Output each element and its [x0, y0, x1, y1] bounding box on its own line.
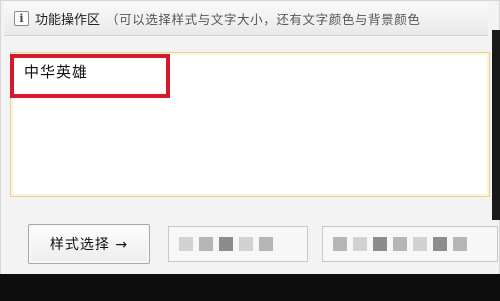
blurred-content: [373, 237, 387, 251]
blurred-content: [353, 237, 367, 251]
color-select[interactable]: [322, 226, 498, 262]
bottom-bar: [0, 274, 500, 301]
blurred-content: [179, 237, 193, 251]
panel-hint: （可以选择样式与文字大小，还有文字颜色与背景颜色: [106, 12, 421, 27]
function-panel-header: i 功能操作区 （可以选择样式与文字大小，还有文字颜色与背景颜色: [4, 2, 488, 36]
blurred-content: [413, 237, 427, 251]
blurred-content: [259, 237, 273, 251]
font-size-select[interactable]: [168, 226, 308, 262]
blurred-content: [239, 237, 253, 251]
info-icon: i: [14, 11, 29, 26]
editor-text[interactable]: 中华英雄: [24, 61, 88, 82]
blurred-content: [333, 237, 347, 251]
blurred-content: [219, 237, 233, 251]
blurred-content: [393, 237, 407, 251]
window-edge: [492, 30, 500, 220]
blurred-content: [199, 237, 213, 251]
style-select-button[interactable]: 样式选择 →: [28, 224, 150, 264]
blurred-content: [453, 237, 467, 251]
panel-title: 功能操作区: [35, 13, 101, 28]
blurred-content: [433, 237, 447, 251]
